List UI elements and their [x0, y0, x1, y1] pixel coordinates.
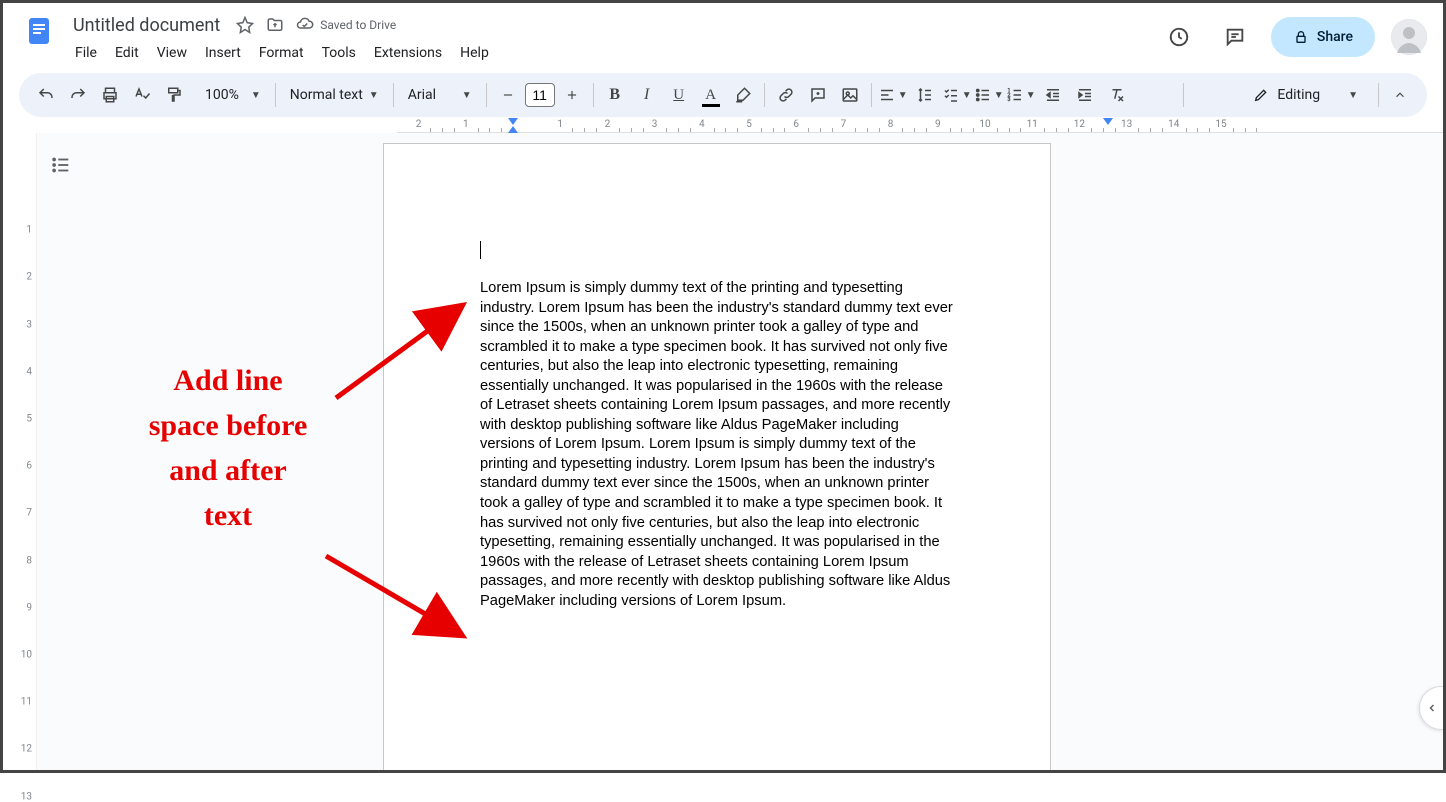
toolbar: 100%▼ Normal text▼ Arial▼ B I U A ▼ ▼ ▼ …	[19, 73, 1427, 117]
font-size-input[interactable]	[525, 83, 555, 107]
separator	[764, 83, 765, 107]
menu-view[interactable]: View	[149, 41, 195, 65]
collapse-toolbar-button[interactable]	[1385, 80, 1415, 110]
font-dropdown[interactable]: Arial ▼	[400, 87, 480, 103]
separator	[393, 83, 394, 107]
vertical-ruler[interactable]: 12345678910111213	[3, 133, 37, 770]
chevron-down-icon: ▼	[369, 90, 379, 101]
document-page[interactable]: Lorem Ipsum is simply dummy text of the …	[383, 143, 1051, 770]
app-header: Untitled document Saved to Drive File Ed…	[3, 3, 1443, 65]
history-icon[interactable]	[1159, 17, 1199, 57]
clear-formatting-button[interactable]	[1102, 80, 1132, 110]
spellcheck-button[interactable]	[127, 80, 157, 110]
underline-button[interactable]: U	[664, 80, 694, 110]
chevron-down-icon: ▼	[462, 90, 472, 101]
decrease-indent-button[interactable]	[1038, 80, 1068, 110]
separator	[1183, 83, 1184, 107]
star-icon[interactable]	[236, 16, 254, 34]
insert-link-button[interactable]	[771, 80, 801, 110]
highlight-button[interactable]	[728, 80, 758, 110]
numbered-list-button[interactable]: 123▼	[1006, 80, 1036, 110]
comments-icon[interactable]	[1215, 17, 1255, 57]
menu-insert[interactable]: Insert	[197, 41, 249, 65]
docs-logo[interactable]	[19, 11, 59, 51]
text-cursor	[480, 241, 481, 259]
mode-dropdown[interactable]: Editing ▼	[1239, 79, 1372, 111]
mode-label: Editing	[1277, 87, 1320, 103]
font-value: Arial	[408, 87, 436, 103]
print-button[interactable]	[95, 80, 125, 110]
redo-button[interactable]	[63, 80, 93, 110]
undo-button[interactable]	[31, 80, 61, 110]
zoom-dropdown[interactable]: 100% ▼	[191, 87, 269, 103]
svg-text:3: 3	[1007, 97, 1010, 103]
italic-button[interactable]: I	[632, 80, 662, 110]
menu-format[interactable]: Format	[251, 41, 312, 65]
title-area: Untitled document Saved to Drive File Ed…	[67, 11, 1151, 65]
document-body-text[interactable]: Lorem Ipsum is simply dummy text of the …	[480, 279, 954, 611]
account-avatar[interactable]	[1391, 19, 1427, 55]
insert-comment-button[interactable]	[803, 80, 833, 110]
zoom-value: 100%	[199, 87, 245, 103]
styles-dropdown[interactable]: Normal text ▼	[282, 87, 387, 103]
align-button[interactable]: ▼	[878, 80, 908, 110]
saved-label: Saved to Drive	[320, 18, 396, 32]
style-value: Normal text	[290, 87, 363, 103]
checklist-button[interactable]: ▼	[942, 80, 972, 110]
outline-toggle-button[interactable]	[47, 151, 75, 179]
text-color-button[interactable]: A	[696, 80, 726, 110]
toolbar-container: 100%▼ Normal text▼ Arial▼ B I U A ▼ ▼ ▼ …	[3, 65, 1443, 117]
chevron-down-icon: ▼	[251, 90, 261, 101]
decrease-font-size-button[interactable]	[493, 80, 523, 110]
move-icon[interactable]	[266, 16, 284, 34]
menu-bar: File Edit View Insert Format Tools Exten…	[67, 41, 1151, 65]
header-right: Share	[1159, 17, 1427, 57]
cloud-saved-icon[interactable]: Saved to Drive	[296, 16, 396, 34]
separator	[1378, 83, 1379, 107]
line-spacing-button[interactable]	[910, 80, 940, 110]
share-label: Share	[1317, 29, 1353, 45]
increase-font-size-button[interactable]	[557, 80, 587, 110]
doc-title[interactable]: Untitled document	[67, 13, 226, 38]
menu-file[interactable]: File	[67, 41, 105, 65]
increase-indent-button[interactable]	[1070, 80, 1100, 110]
separator	[275, 83, 276, 107]
bulleted-list-button[interactable]: ▼	[974, 80, 1004, 110]
menu-help[interactable]: Help	[452, 41, 497, 65]
document-scroll-area[interactable]: Lorem Ipsum is simply dummy text of the …	[37, 133, 1443, 770]
separator	[871, 83, 872, 107]
menu-tools[interactable]: Tools	[314, 41, 364, 65]
menu-extensions[interactable]: Extensions	[366, 41, 450, 65]
pencil-icon	[1253, 87, 1269, 103]
separator	[486, 83, 487, 107]
bold-button[interactable]: B	[600, 80, 630, 110]
insert-image-button[interactable]	[835, 80, 865, 110]
paint-format-button[interactable]	[159, 80, 189, 110]
horizontal-ruler[interactable]: 21123456789101112131415	[37, 117, 1443, 133]
share-button[interactable]: Share	[1271, 17, 1375, 57]
lock-icon	[1293, 29, 1309, 45]
separator	[593, 83, 594, 107]
chevron-down-icon: ▼	[1348, 90, 1358, 101]
content-area: 12345678910111213 Lorem Ipsum is simply …	[3, 133, 1443, 770]
menu-edit[interactable]: Edit	[107, 41, 147, 65]
